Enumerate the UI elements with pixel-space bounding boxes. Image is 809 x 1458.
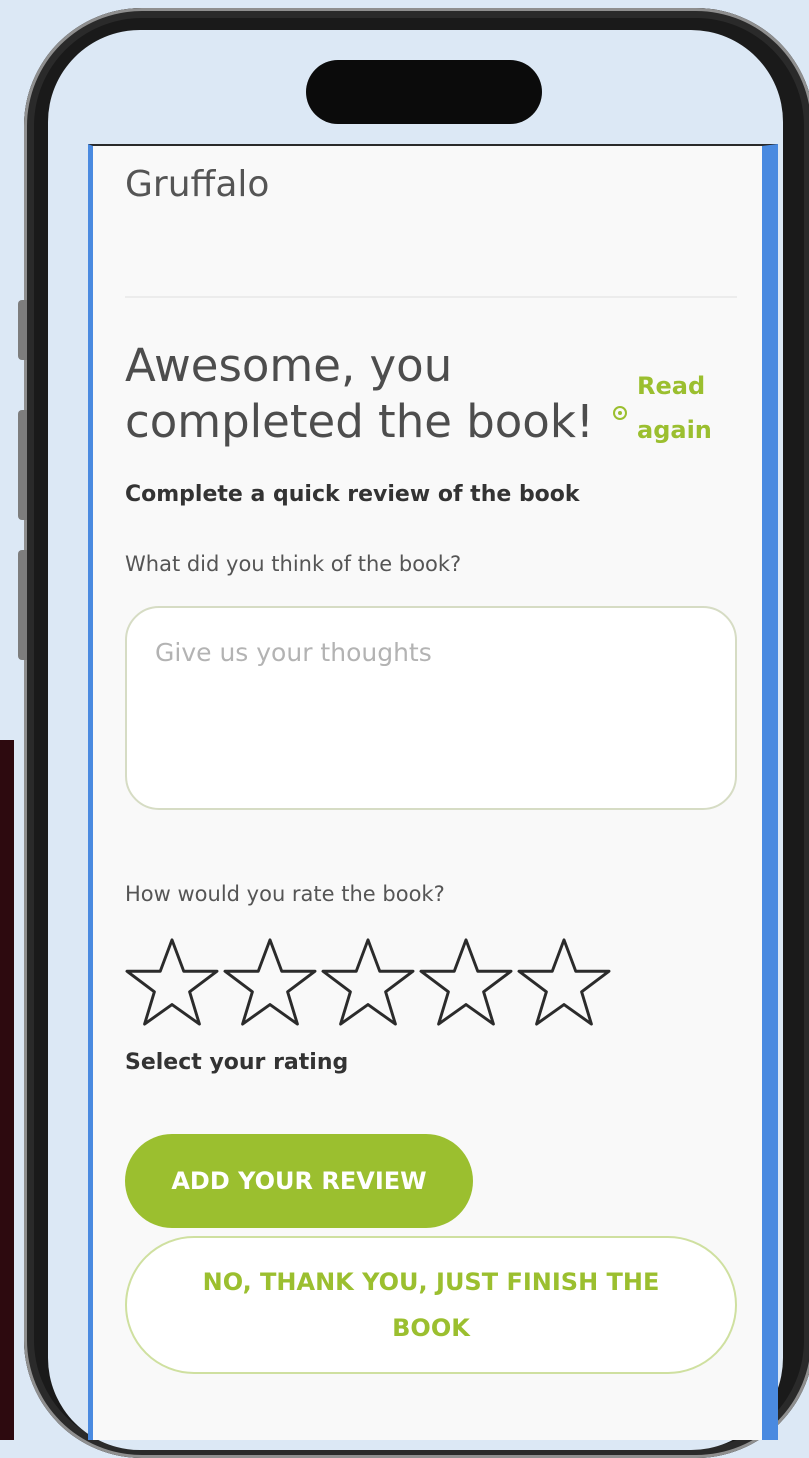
volume-up-button — [18, 410, 27, 520]
star-rating[interactable] — [123, 936, 613, 1028]
rating-question: How would you rate the book? — [125, 882, 445, 906]
read-again-link[interactable]: Read again — [613, 364, 727, 452]
volume-down-button — [18, 550, 27, 660]
star-icon-3[interactable] — [319, 936, 417, 1028]
divider — [125, 296, 737, 298]
thoughts-question: What did you think of the book? — [125, 552, 462, 576]
replay-icon — [613, 406, 627, 420]
star-icon-1[interactable] — [123, 936, 221, 1028]
star-icon-5[interactable] — [515, 936, 613, 1028]
review-subheading: Complete a quick review of the book — [125, 482, 580, 507]
completion-heading: Awesome, you completed the book! — [125, 339, 594, 448]
rating-hint: Select your rating — [125, 1050, 349, 1075]
star-icon-2[interactable] — [221, 936, 319, 1028]
background-strip — [0, 740, 14, 1440]
thoughts-input[interactable] — [125, 606, 737, 810]
add-review-button[interactable]: ADD YOUR REVIEW — [125, 1134, 473, 1228]
read-again-label: Read again — [637, 372, 712, 444]
mute-switch — [18, 300, 27, 360]
star-icon-4[interactable] — [417, 936, 515, 1028]
review-panel: Gruffalo Awesome, you completed the book… — [88, 144, 778, 1440]
finish-book-button[interactable]: NO, THANK YOU, JUST FINISH THE BOOK — [125, 1236, 737, 1374]
book-title: Gruffalo — [125, 164, 270, 205]
dynamic-island — [306, 60, 542, 124]
